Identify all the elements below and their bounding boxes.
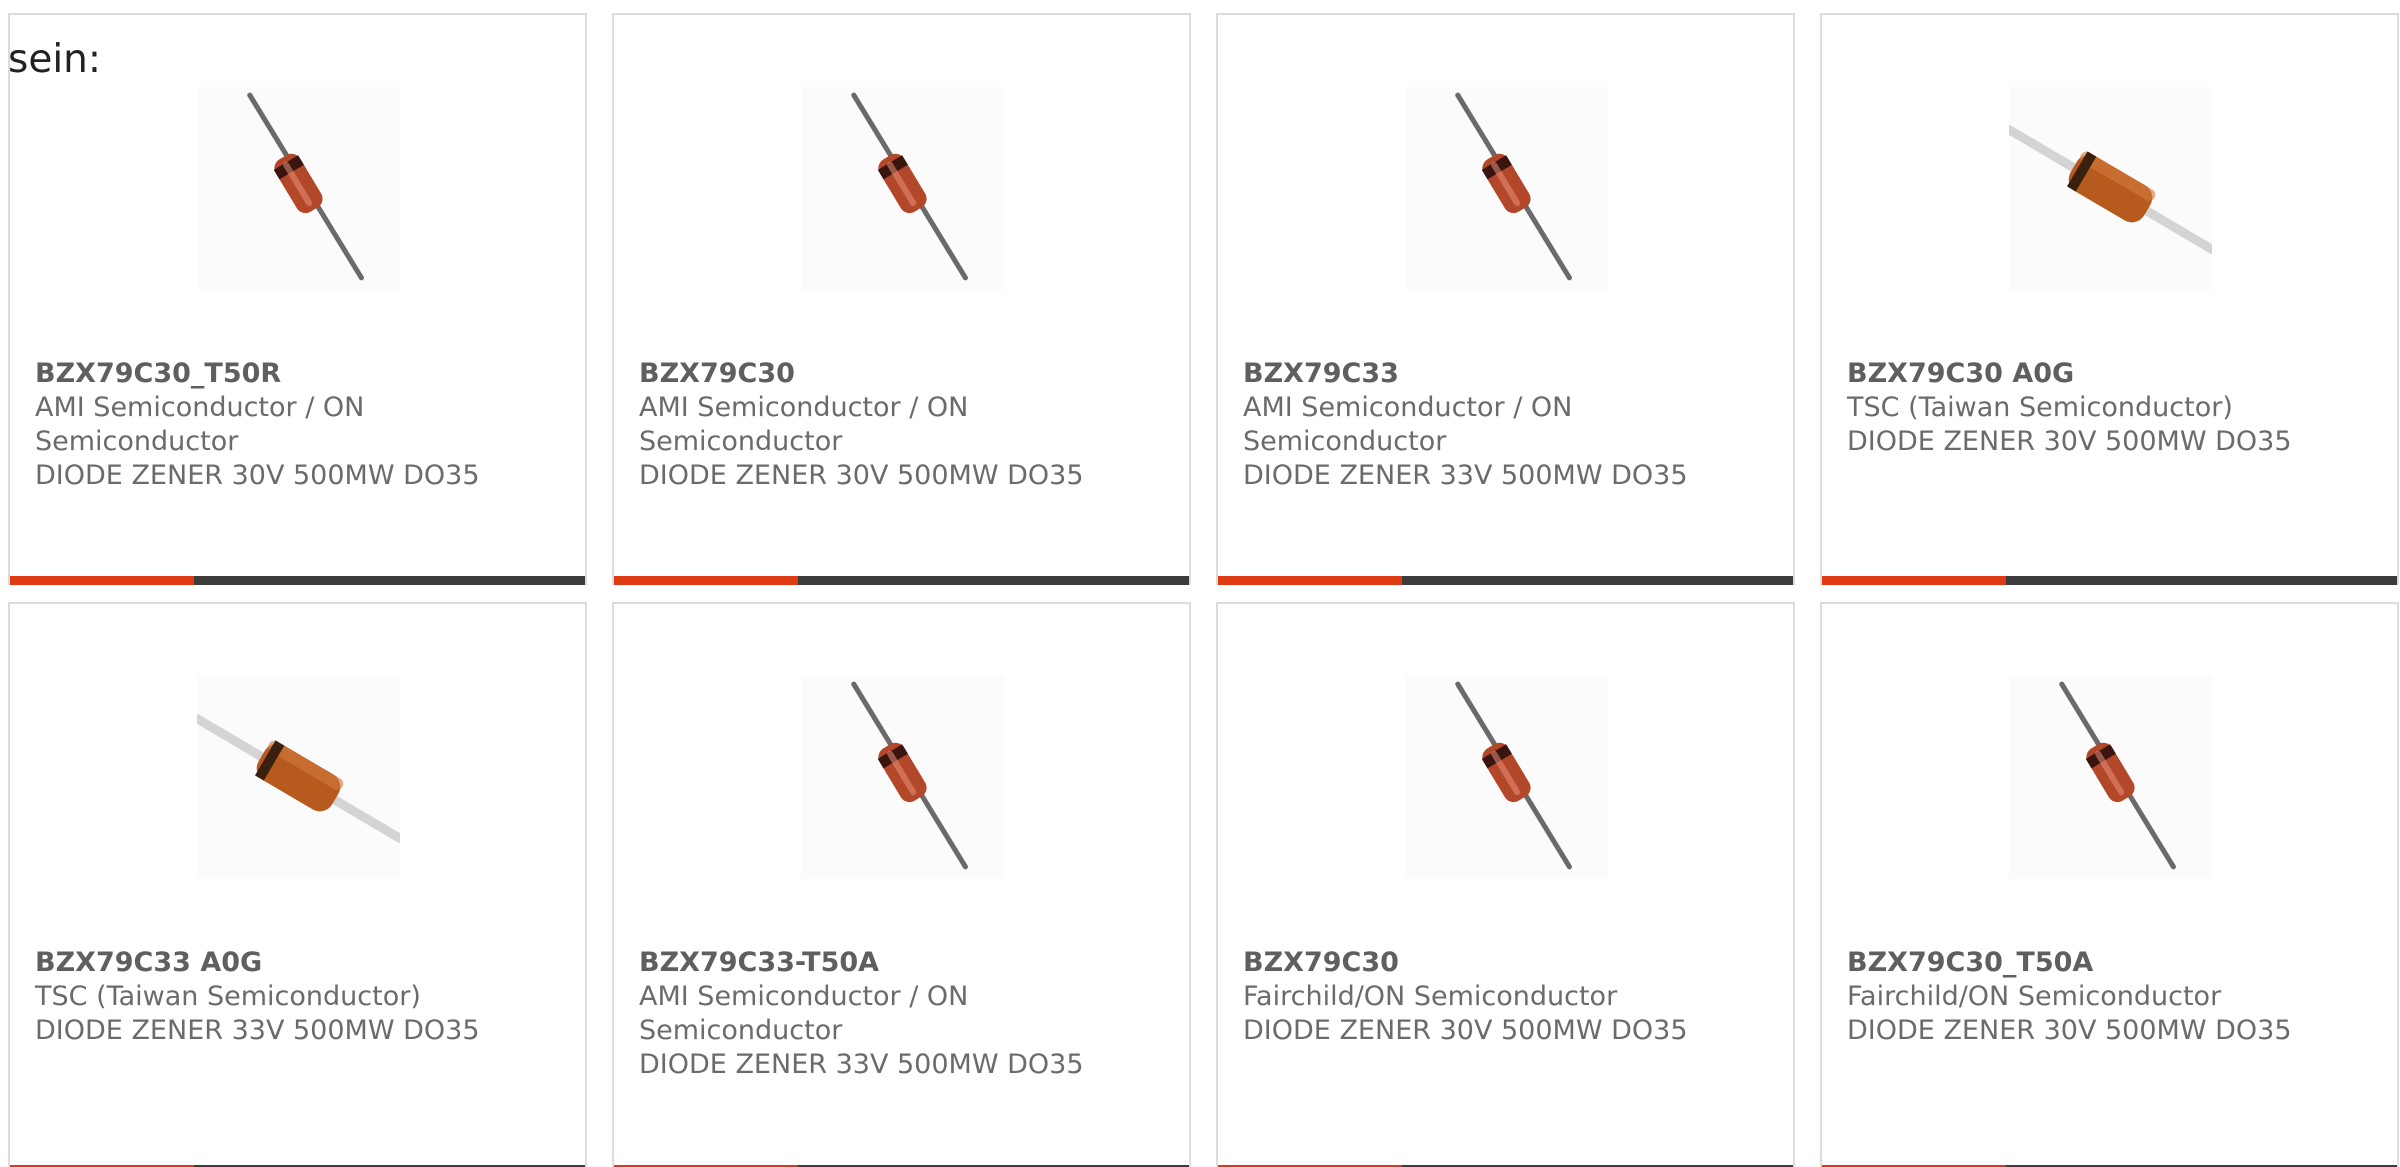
- product-card[interactable]: BZX79C33 A0G TSC (Taiwan Semiconductor) …: [8, 602, 587, 1167]
- product-card[interactable]: BZX79C30 A0G TSC (Taiwan Semiconductor) …: [1820, 13, 2399, 585]
- description: DIODE ZENER 30V 500MW DO35: [639, 460, 1084, 491]
- manufacturer: TSC (Taiwan Semiconductor): [1847, 392, 2233, 423]
- description: DIODE ZENER 33V 500MW DO35: [35, 1015, 480, 1046]
- card-accent-bar: [10, 576, 194, 585]
- card-footer-bar: [1218, 576, 1793, 585]
- manufacturer: AMI Semiconductor / ON Semiconductor: [1243, 392, 1573, 457]
- product-card[interactable]: BZX79C33 AMI Semiconductor / ON Semicond…: [1216, 13, 1795, 585]
- axial-zener-diode-glass-icon: [1405, 676, 1608, 879]
- card-footer-bar: [10, 576, 585, 585]
- axial-zener-diode-glass-icon: [2009, 676, 2212, 879]
- product-card[interactable]: BZX79C30_T50A Fairchild/ON Semiconductor…: [1820, 602, 2399, 1167]
- card-accent-bar: [614, 576, 798, 585]
- manufacturer: AMI Semiconductor / ON Semiconductor: [35, 392, 365, 457]
- description: DIODE ZENER 30V 500MW DO35: [1243, 1015, 1688, 1046]
- product-grid: BZX79C30_T50R AMI Semiconductor / ON Sem…: [8, 13, 2399, 1167]
- part-number: BZX79C30 A0G: [1847, 358, 2075, 389]
- part-number: BZX79C30: [639, 358, 795, 389]
- intro-text: sein:: [8, 37, 102, 82]
- part-number: BZX79C33-T50A: [639, 947, 880, 978]
- axial-zener-diode-glass-icon: [801, 676, 1004, 879]
- axial-zener-diode-glass-icon: [1405, 87, 1608, 290]
- manufacturer: AMI Semiconductor / ON Semiconductor: [639, 392, 969, 457]
- axial-diode-brown-icon: [197, 676, 400, 879]
- part-number: BZX79C30_T50R: [35, 358, 282, 389]
- manufacturer: TSC (Taiwan Semiconductor): [35, 981, 421, 1012]
- axial-zener-diode-glass-icon: [801, 87, 1004, 290]
- part-number: BZX79C30: [1243, 947, 1399, 978]
- description: DIODE ZENER 30V 500MW DO35: [1847, 1015, 2292, 1046]
- product-card[interactable]: BZX79C30 Fairchild/ON Semiconductor DIOD…: [1216, 602, 1795, 1167]
- product-card[interactable]: BZX79C30 AMI Semiconductor / ON Semicond…: [612, 13, 1191, 585]
- description: DIODE ZENER 33V 500MW DO35: [639, 1049, 1084, 1080]
- description: DIODE ZENER 33V 500MW DO35: [1243, 460, 1688, 491]
- description: DIODE ZENER 30V 500MW DO35: [1847, 426, 2292, 457]
- product-card[interactable]: BZX79C30_T50R AMI Semiconductor / ON Sem…: [8, 13, 587, 585]
- axial-zener-diode-glass-icon: [197, 87, 400, 290]
- manufacturer: Fairchild/ON Semiconductor: [1847, 981, 2222, 1012]
- manufacturer: AMI Semiconductor / ON Semiconductor: [639, 981, 969, 1046]
- description: DIODE ZENER 30V 500MW DO35: [35, 460, 480, 491]
- card-footer-bar: [1822, 576, 2397, 585]
- part-number: BZX79C33: [1243, 358, 1399, 389]
- manufacturer: Fairchild/ON Semiconductor: [1243, 981, 1618, 1012]
- part-number: BZX79C33 A0G: [35, 947, 263, 978]
- axial-diode-brown-icon: [2009, 87, 2212, 290]
- card-footer-bar: [614, 576, 1189, 585]
- page: sein: BZX79C30_T50R AMI Semiconductor / …: [0, 0, 2400, 1167]
- product-card[interactable]: BZX79C33-T50A AMI Semiconductor / ON Sem…: [612, 602, 1191, 1167]
- card-accent-bar: [1218, 576, 1402, 585]
- card-accent-bar: [1822, 576, 2006, 585]
- part-number: BZX79C30_T50A: [1847, 947, 2094, 978]
